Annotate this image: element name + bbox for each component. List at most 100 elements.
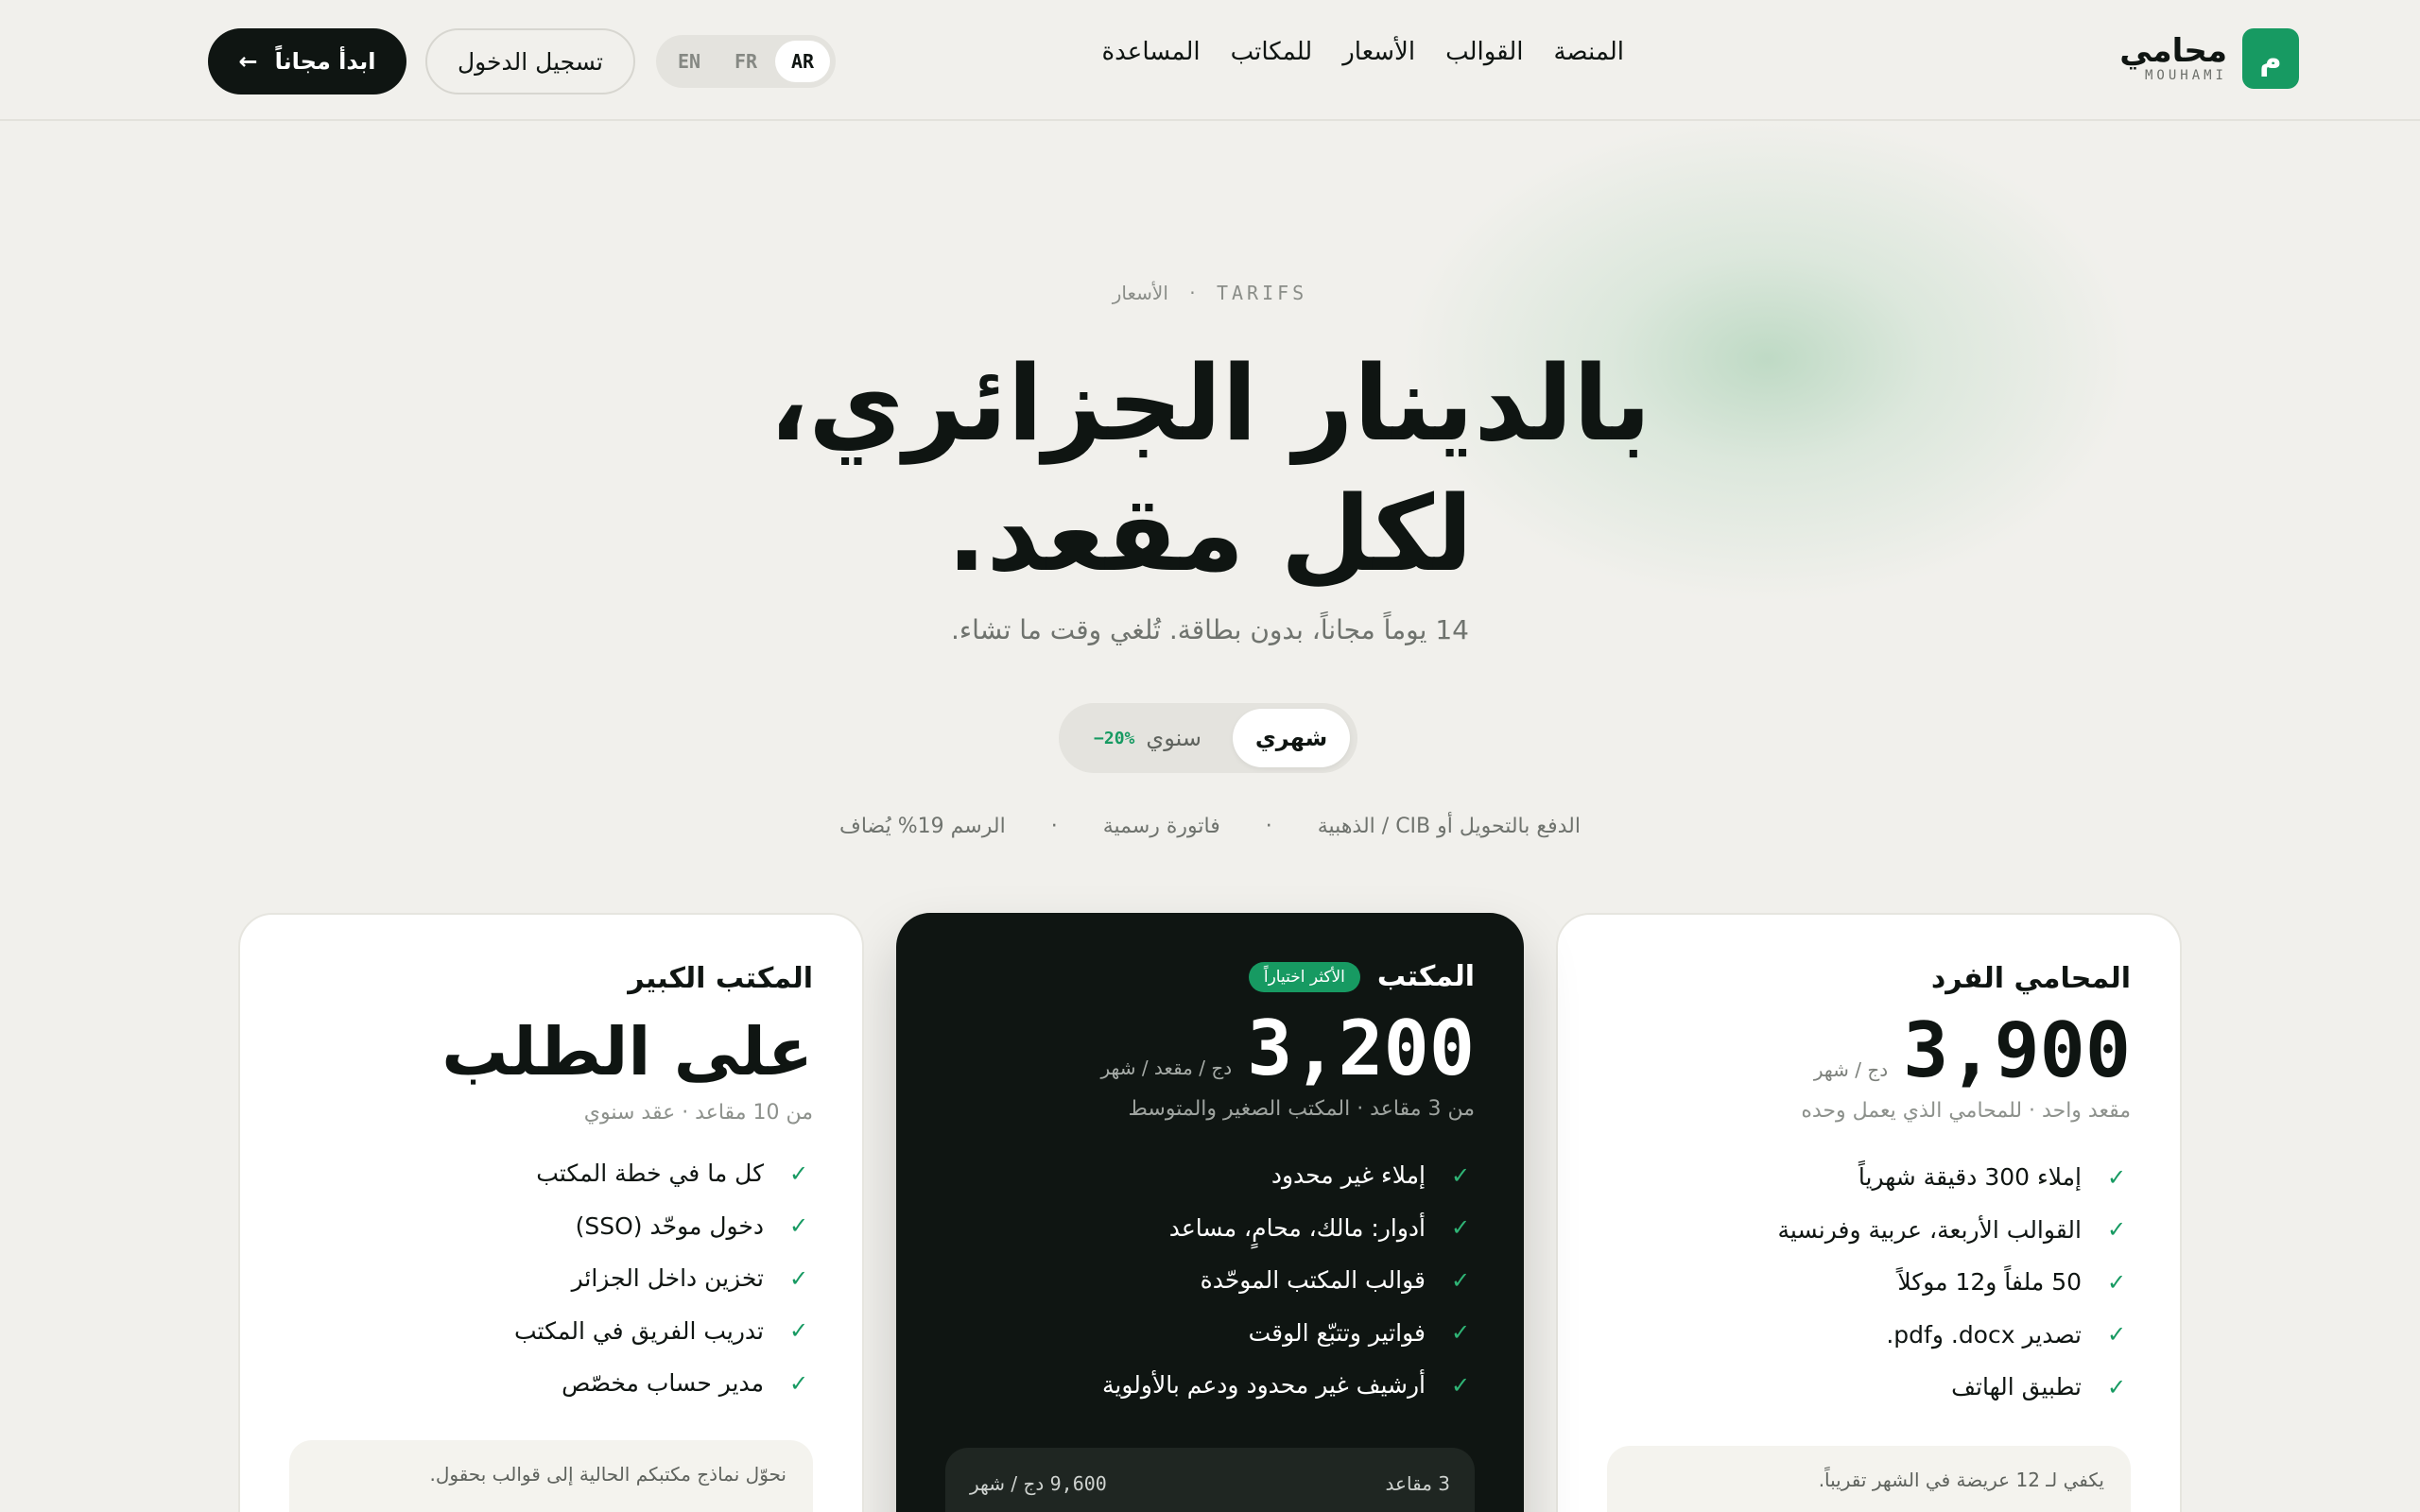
feature-label: إملاء غير محدود (1270, 1161, 1426, 1190)
feature-label: فواتير وتتبّع الوقت (1248, 1318, 1426, 1347)
check-icon: ✓ (2106, 1321, 2127, 1349)
seat-total: 9,600 دج / شهر (970, 1472, 1107, 1512)
lang-ar[interactable]: AR (775, 41, 830, 82)
eyebrow-arabic: الأسعار (1112, 282, 1168, 304)
plan-note: يكفي لـ 12 عريضة في الشهر تقريباً. (1607, 1446, 2131, 1512)
feature-label: تصدير docx. وpdf. (1886, 1320, 2082, 1349)
feature-label: مدير حساب مخصّص (562, 1369, 764, 1398)
fact-separator: · (1050, 815, 1058, 838)
feature-label: كل ما في خطة المكتب (536, 1160, 764, 1188)
feature-item: ✓ إملاء غير محدود (945, 1149, 1475, 1202)
check-icon: ✓ (1450, 1319, 1471, 1347)
lang-en[interactable]: EN (662, 41, 717, 82)
check-icon: ✓ (2106, 1373, 2127, 1400)
feature-item: ✓ 50 ملفاً و12 موكلاً (1607, 1256, 2131, 1309)
plan-price-row: 3,900 دج / شهر (1607, 1008, 2131, 1093)
headline-line-2: لكل مقعد. (946, 473, 1474, 594)
main-menu: المنصة القوالب الأسعار للمكاتب المساعدة (1102, 38, 1624, 66)
menu-item-pricing[interactable]: الأسعار (1342, 38, 1415, 66)
menu-item-templates[interactable]: القوالب (1445, 38, 1523, 66)
seat-count: 3 مقاعد (1385, 1472, 1450, 1495)
login-button[interactable]: تسجيل الدخول (425, 28, 635, 94)
language-switcher: EN FR AR (656, 35, 836, 88)
start-free-button[interactable]: ← ابدأ مجاناً (208, 28, 406, 94)
payment-facts: الدفع بالتحويل أو CIB / الذهبية · فاتورة… (0, 815, 2420, 838)
feature-label: دخول موحّد (SSO) (575, 1211, 764, 1240)
menu-item-help[interactable]: المساعدة (1102, 38, 1201, 66)
page-subtitle: 14 يوماً مجاناً، بدون بطاقة. تُلغي وقت م… (951, 614, 1469, 645)
menu-item-platform[interactable]: المنصة (1553, 38, 1624, 66)
feature-item: ✓ تدريب الفريق في المكتب (289, 1305, 813, 1358)
billing-yearly-option[interactable]: سنوي ‎−20% (1072, 709, 1223, 767)
top-nav: ← ابدأ مجاناً تسجيل الدخول EN FR AR المن… (0, 0, 2420, 121)
plan-price: 3,200 (1247, 1005, 1475, 1092)
plan-note: نحوّل نماذج مكتبكم الحالية إلى قوالب بحق… (289, 1440, 813, 1512)
feature-item: ✓ كل ما في خطة المكتب (289, 1147, 813, 1200)
check-icon: ✓ (788, 1369, 809, 1397)
plan-name: المكتب الكبير (628, 962, 813, 995)
plan-price-unit: دج / مقعد / شهر (1100, 1057, 1233, 1079)
seat-total-unit: دج / شهر (970, 1472, 1045, 1495)
seat-calculator: 3 مقاعد 9,600 دج / شهر (945, 1448, 1475, 1512)
feature-label: تدريب الفريق في المكتب (513, 1316, 764, 1345)
check-icon: ✓ (788, 1160, 809, 1187)
feature-item: ✓ تخزين داخل الجزائر (289, 1252, 813, 1305)
feature-item: ✓ مدير حساب مخصّص (289, 1357, 813, 1410)
plan-title-row: المكتب الأكثر اختياراً (945, 960, 1475, 993)
plan-price: 3,900 (1903, 1006, 2131, 1094)
arrow-left-icon: ← (238, 48, 258, 75)
check-icon: ✓ (788, 1264, 809, 1292)
plan-price-on-request: على الطلب (441, 1013, 813, 1091)
feature-item: ✓ قوالب المكتب الموحّدة (945, 1254, 1475, 1307)
plan-features: ✓ كل ما في خطة المكتب ✓ دخول موحّد (SSO) ✓… (289, 1147, 813, 1410)
feature-item: ✓ أرشيف غير محدود ودعم بالأولوية (945, 1359, 1475, 1412)
feature-label: تطبيق الهاتف (1951, 1373, 2082, 1401)
feature-label: تخزين داخل الجزائر (571, 1264, 764, 1293)
eyebrow-latin: TARIFS (1216, 282, 1308, 304)
plan-price-row: 3,200 دج / مقعد / شهر (945, 1006, 1475, 1091)
feature-item: ✓ إملاء 300 دقيقة شهرياً (1607, 1151, 2131, 1204)
eyebrow-separator: · (1189, 282, 1196, 304)
logo-text: محامي MOUHAMI (2119, 34, 2227, 83)
plan-price-row: على الطلب (289, 1008, 813, 1095)
plan-card-solo[interactable]: المحامي الفرد 3,900 دج / شهر مقعد واحد ·… (1556, 913, 2182, 1512)
plan-features: ✓ إملاء غير محدود ✓ أدوار: مالك، محامٍ، مس… (945, 1149, 1475, 1412)
feature-label: 50 ملفاً و12 موكلاً (1897, 1268, 2082, 1297)
yearly-discount-badge: ‎−20% (1094, 728, 1135, 748)
check-icon: ✓ (2106, 1163, 2127, 1191)
plan-features: ✓ إملاء 300 دقيقة شهرياً ✓ القوالب الأربعة… (1607, 1151, 2131, 1414)
plan-price-unit: دج / شهر (1813, 1058, 1889, 1081)
plan-description: مقعد واحد · للمحامي الذي يعمل وحده (1801, 1099, 2131, 1123)
brand-logo[interactable]: محامي MOUHAMI م (2119, 28, 2299, 89)
feature-item: ✓ تصدير docx. وpdf. (1607, 1309, 2131, 1362)
feature-item: ✓ فواتير وتتبّع الوقت (945, 1307, 1475, 1360)
feature-item: ✓ أدوار: مالك، محامٍ، مساعد (945, 1202, 1475, 1255)
popular-badge: الأكثر اختياراً (1248, 961, 1360, 992)
start-free-label: ابدأ مجاناً (274, 48, 376, 75)
check-icon: ✓ (2106, 1268, 2127, 1296)
feature-label: القوالب الأربعة، عربية وفرنسية (1777, 1215, 2082, 1244)
fact-payment: الدفع بالتحويل أو CIB / الذهبية (1317, 815, 1581, 838)
menu-item-firms[interactable]: للمكاتب (1231, 38, 1313, 66)
lang-fr[interactable]: FR (718, 41, 773, 82)
plan-name: المحامي الفرد (1930, 962, 2131, 995)
logo-mark-icon: م (2242, 28, 2299, 89)
plan-card-enterprise[interactable]: المكتب الكبير على الطلب من 10 مقاعد · عق… (238, 913, 864, 1512)
yearly-label: سنوي (1146, 725, 1201, 751)
page-title: بالدينار الجزائري، لكل مقعد. (0, 338, 2420, 599)
fact-separator: · (1265, 815, 1272, 838)
fact-invoice: فاتورة رسمية (1102, 815, 1220, 838)
check-icon: ✓ (1450, 1214, 1471, 1242)
feature-label: أرشيف غير محدود ودعم بالأولوية (1101, 1371, 1426, 1400)
check-icon: ✓ (1450, 1266, 1471, 1294)
section-eyebrow: الأسعار · TARIFS (0, 282, 2420, 304)
plan-description: من 3 مقاعد · المكتب الصغير والمتوسط (1128, 1097, 1475, 1121)
check-icon: ✓ (1450, 1161, 1471, 1189)
check-icon: ✓ (2106, 1216, 2127, 1244)
billing-monthly-option[interactable]: شهري (1233, 709, 1350, 767)
plan-description: من 10 مقاعد · عقد سنوي (583, 1101, 813, 1125)
feature-item: ✓ تطبيق الهاتف (1607, 1361, 2131, 1414)
plan-card-firm[interactable]: المكتب الأكثر اختياراً 3,200 دج / مقعد /… (896, 913, 1524, 1512)
check-icon: ✓ (788, 1317, 809, 1345)
feature-item: ✓ دخول موحّد (SSO) (289, 1200, 813, 1253)
